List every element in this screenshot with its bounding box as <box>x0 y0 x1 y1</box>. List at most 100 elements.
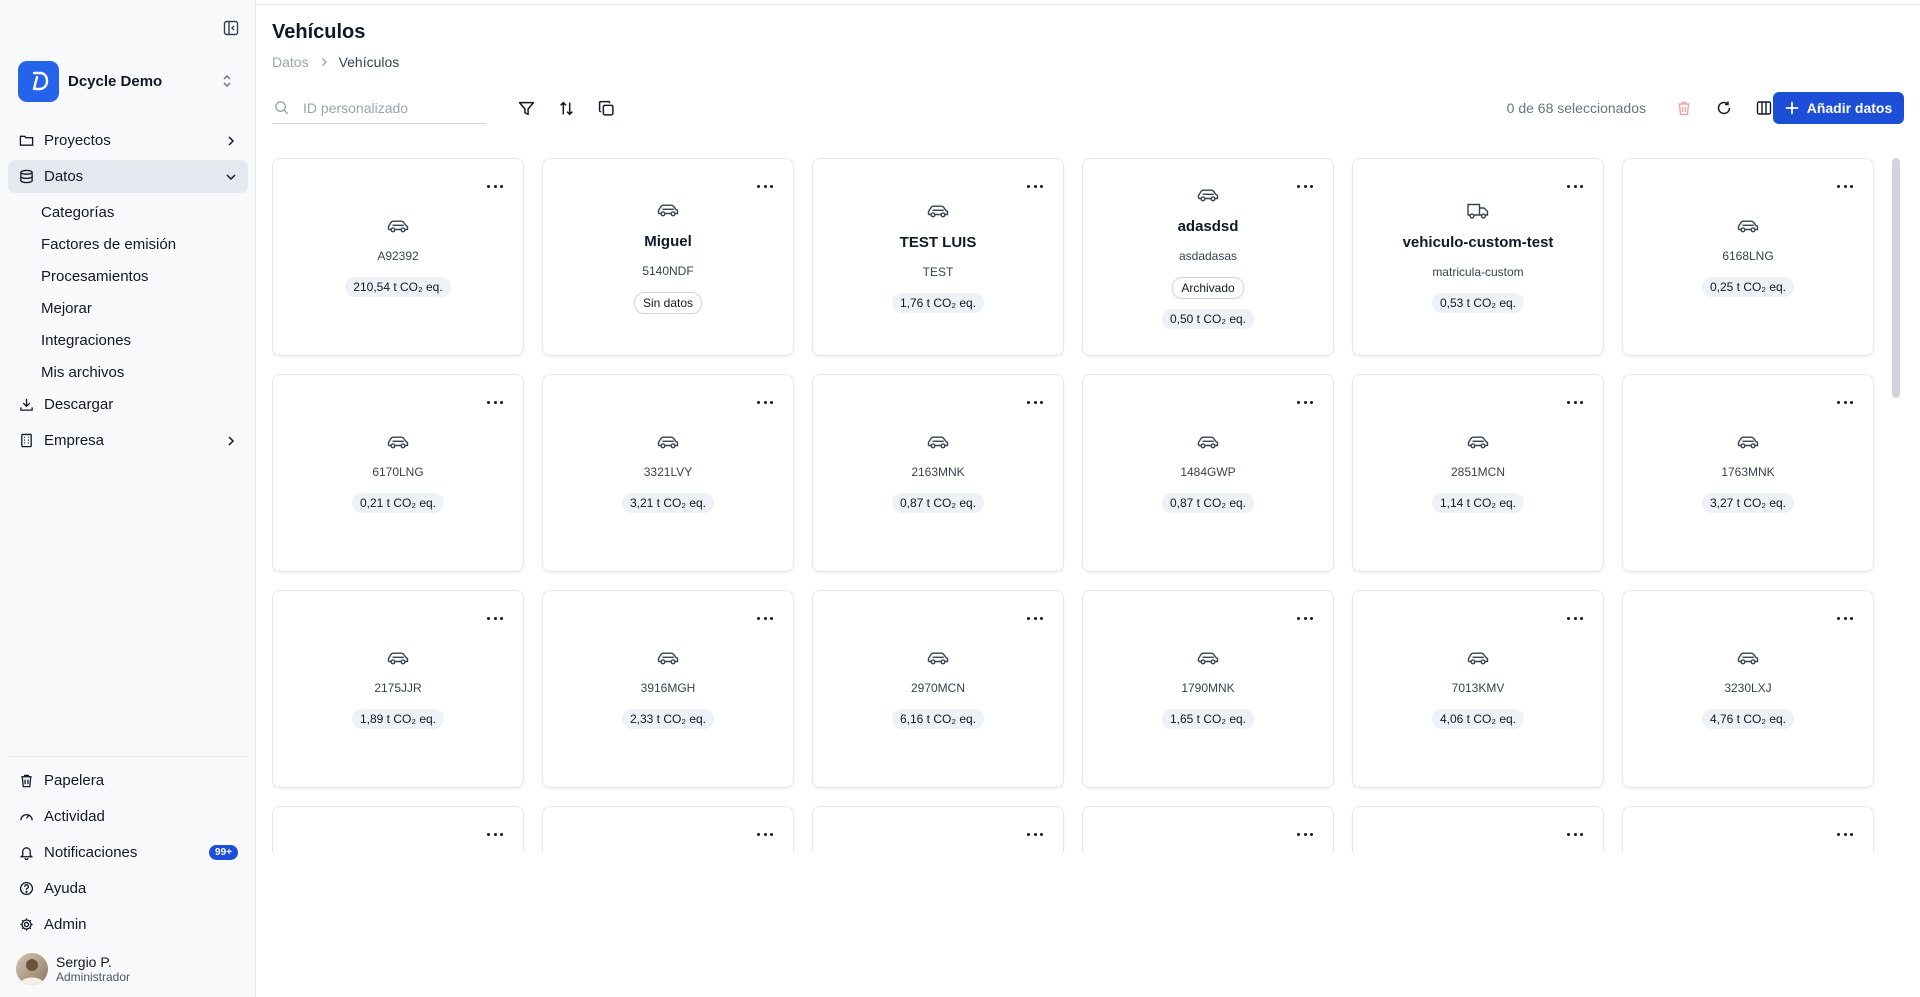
add-data-button[interactable]: Añadir datos <box>1773 92 1904 124</box>
vehicle-card[interactable]: 6168LNG 0,25 t CO₂ eq. <box>1622 158 1874 356</box>
status-badge: Sin datos <box>633 291 703 314</box>
vehicle-plate: 1790MNK <box>1181 681 1235 695</box>
vehicle-plate: 1763MNK <box>1721 465 1775 479</box>
breadcrumb-datos[interactable]: Datos <box>272 54 309 70</box>
search-icon <box>275 101 289 115</box>
refresh-icon[interactable] <box>1714 98 1734 118</box>
vehicle-card[interactable]: vehiculo-custom-test matricula-custom 0,53… <box>1352 158 1604 356</box>
vehicle-card[interactable]: 2163MNK 0,87 t CO₂ eq. <box>812 374 1064 572</box>
sidebar-subitem-mis-archivos[interactable]: Mis archivos <box>8 356 248 388</box>
vehicle-card[interactable]: adasdsd asdadasas Archivado 0,50 t CO₂ eq. <box>1082 158 1334 356</box>
more-options-icon[interactable] <box>1837 183 1853 189</box>
more-options-icon[interactable] <box>1837 831 1853 837</box>
more-options-icon[interactable] <box>1297 615 1313 621</box>
emissions-badge: 3,21 t CO₂ eq. <box>621 493 715 513</box>
more-options-icon[interactable] <box>1027 399 1043 405</box>
org-switcher[interactable]: Dcycle Demo <box>18 60 240 102</box>
vehicle-plate: 2851MCN <box>1450 465 1506 479</box>
vehicle-card[interactable] <box>812 806 1064 852</box>
more-options-icon[interactable] <box>1837 399 1853 405</box>
copy-icon[interactable] <box>596 98 616 118</box>
vehicle-card[interactable]: 1790MNK 1,65 t CO₂ eq. <box>1082 590 1334 788</box>
user-menu[interactable]: Sergio P. Administrador <box>16 953 246 985</box>
vehicle-card[interactable]: 6170LNG 0,21 t CO₂ eq. <box>272 374 524 572</box>
more-options-icon[interactable] <box>757 831 773 837</box>
sidebar-item-datos[interactable]: Datos <box>8 160 248 193</box>
more-options-icon[interactable] <box>757 399 773 405</box>
more-options-icon[interactable] <box>1297 183 1313 189</box>
vehicle-card[interactable] <box>1622 806 1874 852</box>
more-options-icon[interactable] <box>1297 399 1313 405</box>
sidebar-subitem-procesamientos[interactable]: Procesamientos <box>8 260 248 292</box>
sidebar-item-empresa[interactable]: Empresa <box>8 424 248 457</box>
vehicle-card[interactable] <box>542 806 794 852</box>
vehicle-plate: 3916MGH <box>640 681 696 695</box>
sidebar-item-proyectos[interactable]: Proyectos <box>8 124 248 157</box>
emissions-badge: 1,76 t CO₂ eq. <box>891 292 985 313</box>
filter-icon[interactable] <box>516 98 536 118</box>
search-input[interactable] <box>303 99 473 116</box>
vehicle-card[interactable] <box>1082 806 1334 852</box>
dcycle-logo-icon <box>18 60 59 102</box>
more-options-icon[interactable] <box>1567 831 1583 837</box>
sidebar-item-admin[interactable]: Admin <box>8 908 248 941</box>
sidebar-item-notificaciones[interactable]: Notificaciones 99+ <box>8 836 248 869</box>
search-box <box>272 92 486 124</box>
more-options-icon[interactable] <box>1297 831 1313 837</box>
vehicle-card[interactable]: 1484GWP 0,87 t CO₂ eq. <box>1082 374 1334 572</box>
vehicle-card[interactable]: Miguel 5140NDF Sin datos <box>542 158 794 356</box>
more-options-icon[interactable] <box>487 183 503 189</box>
more-options-icon[interactable] <box>1567 399 1583 405</box>
sidebar-item-actividad[interactable]: Actividad <box>8 800 248 833</box>
more-options-icon[interactable] <box>1567 615 1583 621</box>
vehicle-plate: A92392 <box>377 249 419 263</box>
bell-icon <box>18 845 34 861</box>
vehicle-card[interactable] <box>1352 806 1604 852</box>
car-icon <box>386 649 410 667</box>
sidebar-item-papelera[interactable]: Papelera <box>8 764 248 797</box>
breadcrumb: Datos Vehículos <box>272 54 399 70</box>
page-title: Vehículos <box>272 21 366 43</box>
vehicle-card[interactable]: 2851MCN 1,14 t CO₂ eq. <box>1352 374 1604 572</box>
more-options-icon[interactable] <box>1567 183 1583 189</box>
more-options-icon[interactable] <box>487 831 503 837</box>
columns-icon[interactable] <box>1754 98 1774 118</box>
sidebar-subitem-categorias[interactable]: Categorías <box>8 196 248 228</box>
vehicle-card[interactable]: 7013KMV 4,06 t CO₂ eq. <box>1352 590 1604 788</box>
more-options-icon[interactable] <box>1027 831 1043 837</box>
more-options-icon[interactable] <box>1027 615 1043 621</box>
sidebar-collapse-icon[interactable] <box>222 19 240 37</box>
sidebar-item-ayuda[interactable]: Ayuda <box>8 872 248 905</box>
more-options-icon[interactable] <box>487 399 503 405</box>
vehicle-card[interactable]: 3321LVY 3,21 t CO₂ eq. <box>542 374 794 572</box>
vehicle-card[interactable]: 1763MNK 3,27 t CO₂ eq. <box>1622 374 1874 572</box>
sidebar-subitem-mejorar[interactable]: Mejorar <box>8 292 248 324</box>
car-icon <box>926 433 950 451</box>
vehicle-card[interactable] <box>272 806 524 852</box>
car-icon <box>1196 433 1220 451</box>
vehicle-card[interactable]: A92392 210,54 t CO₂ eq. <box>272 158 524 356</box>
more-options-icon[interactable] <box>487 615 503 621</box>
more-options-icon[interactable] <box>1027 183 1043 189</box>
sidebar-subitem-factores-emision[interactable]: Factores de emisión <box>8 228 248 260</box>
sort-icon[interactable] <box>556 98 576 118</box>
vehicle-card[interactable]: TEST LUIS TEST 1,76 t CO₂ eq. <box>812 158 1064 356</box>
sidebar-item-descargar[interactable]: Descargar <box>8 388 248 421</box>
more-options-icon[interactable] <box>1837 615 1853 621</box>
vehicle-card[interactable]: 2970MCN 6,16 t CO₂ eq. <box>812 590 1064 788</box>
vehicle-card[interactable]: 3916MGH 2,33 t CO₂ eq. <box>542 590 794 788</box>
vehicle-card[interactable]: 3230LXJ 4,76 t CO₂ eq. <box>1622 590 1874 788</box>
scrollbar-thumb[interactable] <box>1892 158 1900 398</box>
selection-count: 0 de 68 seleccionados <box>1506 100 1646 116</box>
emissions-badge: 210,54 t CO₂ eq. <box>345 277 451 297</box>
trash-icon[interactable] <box>1674 98 1694 118</box>
sidebar-subitem-integraciones[interactable]: Integraciones <box>8 324 248 356</box>
vehicle-card[interactable]: 2175JJR 1,89 t CO₂ eq. <box>272 590 524 788</box>
emissions-badge: 0,87 t CO₂ eq. <box>1161 493 1255 513</box>
scrollbar[interactable] <box>1892 158 1900 852</box>
more-options-icon[interactable] <box>757 615 773 621</box>
more-options-icon[interactable] <box>757 183 773 189</box>
org-name: Dcycle Demo <box>68 72 163 90</box>
sidebar-item-label: Proyectos <box>44 132 111 149</box>
main-content: Vehículos Datos Vehículos 0 de 68 selecc… <box>256 0 1920 997</box>
